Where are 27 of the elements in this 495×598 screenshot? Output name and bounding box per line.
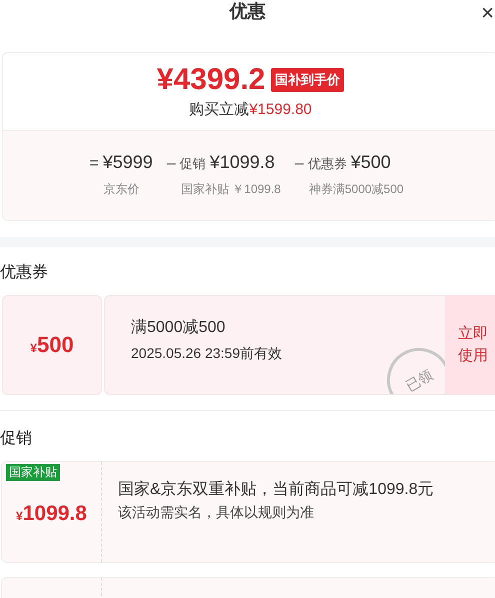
promotion-title: 国家&京东双重补贴，当前商品可减1099.8元 xyxy=(118,480,435,500)
promotion-note: 该活动需实名，具体以规则为准 xyxy=(118,502,315,522)
operator-sign: – xyxy=(166,154,176,174)
operator-sign: – xyxy=(294,154,304,174)
saving-text: 购买立减¥1599.80 xyxy=(189,100,312,120)
breakdown-label: 优惠券 xyxy=(308,154,347,172)
dialog-title: 优惠 xyxy=(230,2,266,20)
breakdown-note: 京东价 xyxy=(102,180,140,198)
breakdown-label: 促销 xyxy=(180,154,206,172)
breakdown-amount: ¥1099.8 xyxy=(210,150,275,174)
subsidy-badge: 国补到手价 xyxy=(271,68,344,92)
coupon-title: 满5000减500 xyxy=(131,320,226,336)
promotion-amount: ¥1099.8 xyxy=(16,500,87,527)
use-now-button[interactable]: 立即使用 xyxy=(446,294,495,394)
operator-sign: = xyxy=(89,154,99,174)
breakdown-amount: ¥500 xyxy=(350,150,391,174)
section-heading: 促销 xyxy=(0,430,33,446)
coupon-validity: 2025.05.26 23:59前有效 xyxy=(131,346,283,360)
breakdown-amount: ¥5999 xyxy=(102,150,153,174)
breakdown-note: 神券满5000减500 xyxy=(308,180,404,198)
breakdown-note: 国家补贴 ￥1099.8 xyxy=(180,180,281,198)
coupon-amount: ¥500 xyxy=(30,331,74,359)
close-button[interactable]: × xyxy=(481,2,494,24)
subsidy-tag: 国家补贴 xyxy=(6,464,60,480)
stamp-text: 已领 xyxy=(402,364,436,394)
section-heading: 优惠券 xyxy=(0,264,49,280)
final-price: ¥4399.2 xyxy=(156,65,266,95)
